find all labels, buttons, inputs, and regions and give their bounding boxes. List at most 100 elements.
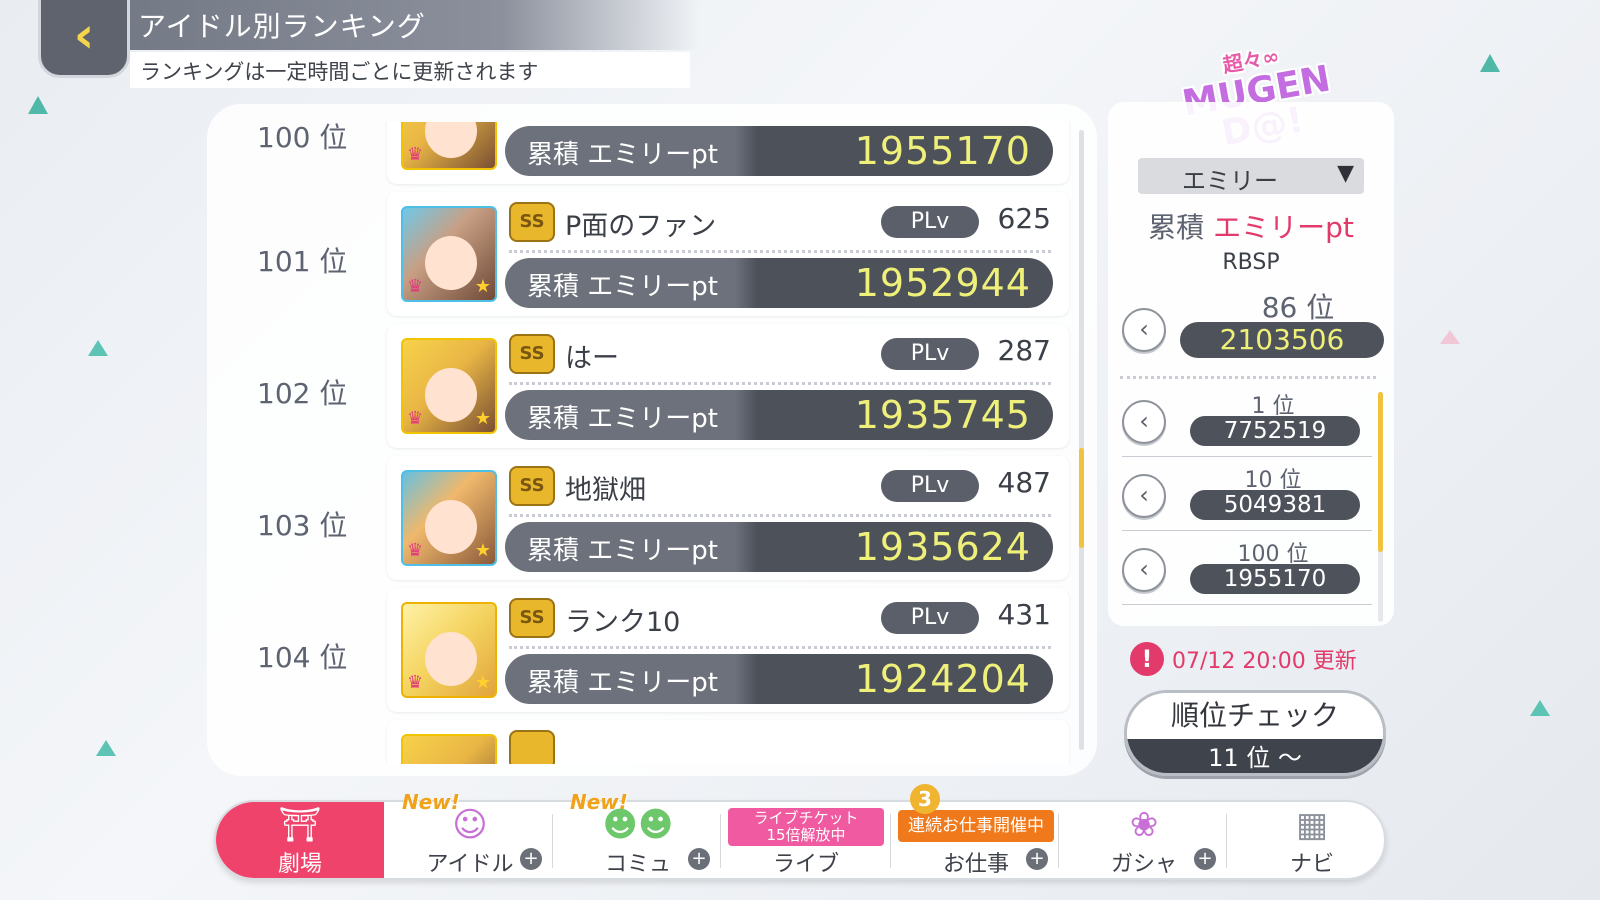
side-scrollbar[interactable] [1378,392,1383,622]
star-icon: ★ [474,408,491,429]
benchmark-divider [1122,604,1372,605]
points-bar: 累積 エミリーpt 1935745 [505,390,1053,440]
rank-label: 104 位 [257,641,348,674]
idol-card-avatar: ♛ [401,122,497,170]
metric-label: 累積 エミリーpt [1108,206,1394,246]
points-bar: 累積 エミリーpt 1924204 [505,654,1053,704]
nav-item-theater[interactable]: ⛩ 劇場 [216,802,384,878]
chevron-left-icon: ‹ [1139,407,1149,435]
crown-icon: ♛ [407,540,424,561]
chevron-left-icon: ‹ [1139,555,1149,583]
rank-label: 103 位 [257,509,348,542]
plv-badge: PLv [881,206,979,238]
live-ticket-banner-text: ライブチケット 15倍解放中 [753,809,859,844]
nav-label: 劇場 [277,852,322,877]
star-icon: ★ [474,276,491,297]
idol-card-avatar: ♛ ★ [401,206,497,302]
points-value: 1924204 [854,657,1031,701]
ranking-side-panel: エミリー ▼ 累積 エミリーpt RBSP 86 位 ‹ 2103506 ‹ 1… [1108,102,1394,626]
points-value: 1955170 [854,129,1031,173]
dotted-divider [509,382,1051,385]
crown-icon: ♛ [407,672,424,693]
crown-icon: ♛ [407,408,424,429]
ranking-list[interactable]: 100 位 ♛ 累積 エミリーpt 1955170 101 位 ♛ ★ SS P… [207,122,1097,764]
jump-to-rank-1-button[interactable]: ‹ [1122,400,1166,444]
idol-card-avatar: ♛ ★ [401,470,497,566]
update-info: ! 07/12 20:00 更新 [1130,642,1357,676]
points-bar: 累積 エミリーpt 1935624 [505,522,1053,572]
dotted-divider [1120,376,1376,379]
decor-triangle [1480,54,1500,72]
crown-icon: ♛ [407,144,424,165]
unit-name: RBSP [1222,250,1280,275]
dropdown-arrow-icon: ▼ [1337,161,1354,186]
plv-value: 287 [997,334,1051,367]
nav-label: ライブ [772,852,839,877]
benchmark-score: 7752519 [1190,416,1360,446]
commu-icon: ☻☻ [602,805,674,845]
gacha-icon: ❀ [1129,805,1159,845]
back-button[interactable]: ‹ [38,0,130,78]
rank-label: 101 位 [257,245,348,278]
benchmark-score: 5049381 [1190,490,1360,520]
rank-medal-icon [509,730,555,764]
ranking-row[interactable]: ♛ ★ SS ランク10 PLv 431 累積 エミリーpt 1924204 [387,588,1069,712]
list-scrollbar[interactable] [1079,130,1084,750]
plv-badge: PLv [881,338,979,370]
crown-icon: ♛ [407,276,424,297]
ranking-row[interactable]: ♛ 累積 エミリーpt 1955170 [387,122,1069,184]
idol-card-avatar [401,734,497,764]
points-label: 累積 エミリーpt [527,140,718,170]
nav-item-commu[interactable]: New! ☻☻ コミュ + [554,790,722,878]
rank-check-button[interactable]: 順位チェック 11 位 ～ [1124,690,1386,776]
avatar-face [425,236,477,290]
alert-icon: ! [1130,642,1164,676]
metric-highlight: エミリーpt [1213,211,1354,244]
points-value: 1935624 [854,525,1031,569]
jump-to-rank-10-button[interactable]: ‹ [1122,474,1166,518]
live-ticket-banner: ライブチケット 15倍解放中 [728,808,884,846]
nav-item-navi[interactable]: ▦ ナビ [1228,802,1396,878]
list-scrollbar-thumb[interactable] [1079,448,1084,548]
side-scrollbar-thumb[interactable] [1378,392,1383,552]
avatar-face [425,632,477,686]
idol-card-avatar: ♛ ★ [401,338,497,434]
theater-icon: ⛩ [278,805,322,845]
jump-to-rank-100-button[interactable]: ‹ [1122,548,1166,592]
work-count-badge: 3 [910,784,940,814]
page-title: アイドル別ランキング [138,10,426,43]
my-rank: 86 位 [1261,291,1335,324]
player-name: ランク10 [565,607,681,638]
decor-triangle [88,340,108,356]
update-text: 07/12 20:00 更新 [1172,649,1357,674]
dotted-divider [509,646,1051,649]
rank-check-range: 11 位 ～ [1127,739,1383,773]
plus-icon: + [1026,848,1048,870]
bottom-nav: ⛩ 劇場 New! ☺ アイドル + New! ☻☻ コミュ + ライブチケット… [214,784,1386,880]
decor-triangle [28,96,48,114]
ranking-row[interactable]: ♛ ★ SS P面のファン PLv 625 累積 エミリーpt 1952944 [387,192,1069,316]
nav-separator [1058,814,1059,868]
player-name: 地獄畑 [565,475,646,506]
ranking-row[interactable]: ♛ ★ SS 地獄畑 PLv 487 累積 エミリーpt 1935624 [387,456,1069,580]
jump-to-my-rank-button[interactable]: ‹ [1122,308,1166,352]
nav-item-gacha[interactable]: ❀ ガシャ + [1060,802,1228,878]
nav-item-live[interactable]: ライブチケット 15倍解放中 ライブ [722,802,890,878]
rank-check-label: 順位チェック [1127,693,1383,739]
nav-separator [720,814,721,868]
decor-triangle [96,740,116,756]
idol-card-avatar: ♛ ★ [401,602,497,698]
rank-medal-icon: SS [509,466,555,506]
points-value: 1935745 [854,393,1031,437]
plus-icon: + [688,848,710,870]
dotted-divider [509,514,1051,517]
nav-separator [1226,814,1227,868]
points-label: 累積 エミリーpt [527,404,718,434]
nav-item-work[interactable]: 連続お仕事開催中 3 お仕事 + [892,784,1060,878]
ranking-row[interactable] [387,720,1069,764]
nav-item-idol[interactable]: New! ☺ アイドル + [386,790,554,878]
avatar-face [425,500,477,554]
idol-select-dropdown[interactable]: エミリー ▼ [1138,158,1364,195]
ranking-row[interactable]: ♛ ★ SS はー PLv 287 累積 エミリーpt 1935745 [387,324,1069,448]
rank-medal-icon: SS [509,334,555,374]
